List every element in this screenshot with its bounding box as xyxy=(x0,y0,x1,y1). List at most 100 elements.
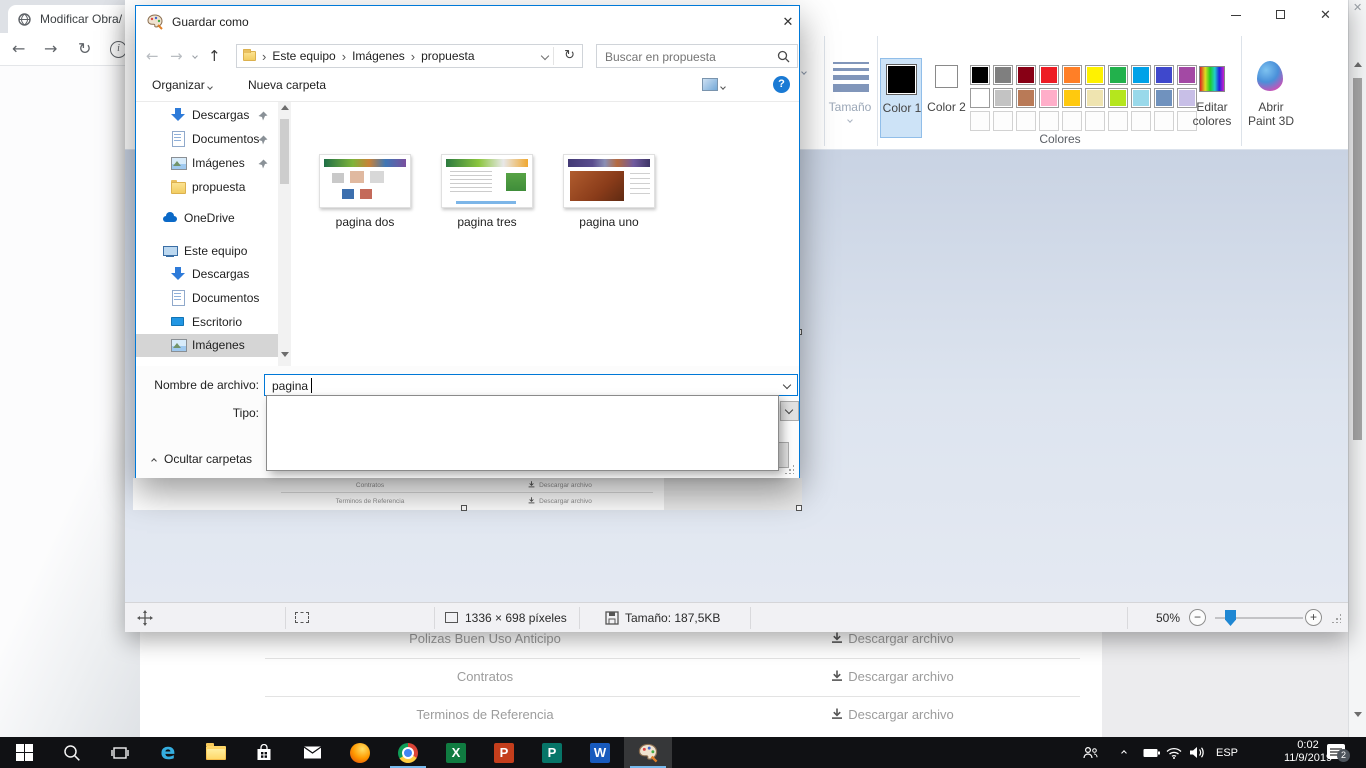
scroll-up-icon[interactable] xyxy=(1354,62,1362,67)
paint-canvas[interactable]: ContratosDescargar archivoTerminos de Re… xyxy=(133,478,802,510)
download-link[interactable]: Descargar archivo xyxy=(705,696,1080,734)
edit-colors-button[interactable]: Editar colores xyxy=(1187,58,1237,142)
palette-swatch[interactable] xyxy=(993,88,1013,108)
scrollbar-thumb[interactable] xyxy=(280,119,289,184)
sidebar-item-imágenes[interactable]: Imágenes xyxy=(136,334,278,357)
canvas-resize-handle[interactable] xyxy=(796,505,802,511)
mail-button[interactable] xyxy=(288,737,336,768)
palette-swatch[interactable] xyxy=(1062,88,1082,108)
sidebar-item-propuesta[interactable]: propuesta xyxy=(136,176,278,199)
palette-swatch[interactable] xyxy=(970,65,990,85)
sidebar-item-imágenes[interactable]: Imágenes xyxy=(136,152,278,175)
canvas-resize-handle[interactable] xyxy=(461,505,467,511)
palette-swatch[interactable] xyxy=(1131,88,1151,108)
views-button[interactable] xyxy=(702,78,725,92)
breadcrumb-item[interactable]: propuesta xyxy=(421,49,474,63)
palette-swatch[interactable] xyxy=(1154,65,1174,85)
breadcrumb[interactable]: › Este equipo › Imágenes › propuesta ↻ xyxy=(236,44,583,68)
filename-autocomplete-dropdown[interactable] xyxy=(266,395,779,471)
palette-swatch-empty[interactable] xyxy=(1039,111,1059,131)
nav-history-chevron-icon[interactable] xyxy=(192,53,198,59)
resize-grip[interactable] xyxy=(1331,613,1341,623)
refresh-icon[interactable]: ↻ xyxy=(564,48,575,63)
file-item[interactable]: pagina dos xyxy=(319,154,411,229)
sidebar-item-documentos[interactable]: Documentos xyxy=(136,287,278,310)
nav-up-icon[interactable]: ↑ xyxy=(208,47,221,65)
paint-button[interactable] xyxy=(624,737,672,768)
file-explorer-button[interactable] xyxy=(192,737,240,768)
sidebar-item-onedrive[interactable]: OneDrive xyxy=(136,207,278,230)
color2-button[interactable]: Color 2 xyxy=(925,58,968,138)
palette-swatch-empty[interactable] xyxy=(1108,111,1128,131)
palette-swatch-empty[interactable] xyxy=(993,111,1013,131)
palette-swatch[interactable] xyxy=(1039,65,1059,85)
scroll-up-icon[interactable] xyxy=(281,105,289,110)
volume-button[interactable] xyxy=(1189,737,1205,768)
palette-swatch[interactable] xyxy=(1016,88,1036,108)
palette-swatch-empty[interactable] xyxy=(1154,111,1174,131)
palette-swatch[interactable] xyxy=(993,65,1013,85)
people-button[interactable] xyxy=(1082,737,1099,768)
color1-button[interactable]: Color 1 xyxy=(880,58,922,138)
filename-input[interactable]: pagina xyxy=(264,374,798,396)
excel-button[interactable]: X xyxy=(432,737,480,768)
zoom-slider-thumb[interactable] xyxy=(1225,610,1236,626)
scrollbar-thumb[interactable] xyxy=(1353,78,1362,440)
nav-forward-icon[interactable]: → xyxy=(170,47,183,65)
sidebar-item-escritorio[interactable]: Escritorio xyxy=(136,311,278,334)
browser-close-icon[interactable]: ✕ xyxy=(1353,1,1362,14)
battery-button[interactable] xyxy=(1143,737,1160,768)
palette-swatch[interactable] xyxy=(1131,65,1151,85)
edge-button[interactable]: e xyxy=(144,737,192,768)
palette-swatch[interactable] xyxy=(1016,65,1036,85)
zoom-in-button[interactable]: + xyxy=(1305,609,1322,626)
close-button[interactable]: ✕ xyxy=(1303,0,1348,30)
download-link[interactable]: Descargar archivo xyxy=(705,658,1080,696)
chevron-down-icon[interactable] xyxy=(783,381,791,389)
palette-swatch[interactable] xyxy=(1039,88,1059,108)
chrome-button[interactable] xyxy=(384,737,432,768)
scroll-down-icon[interactable] xyxy=(1354,712,1362,717)
palette-swatch-empty[interactable] xyxy=(970,111,990,131)
maximize-button[interactable] xyxy=(1258,0,1303,30)
palette-swatch[interactable] xyxy=(1108,65,1128,85)
minimize-button[interactable] xyxy=(1213,0,1258,30)
sidebar-scrollbar[interactable] xyxy=(278,102,291,366)
breadcrumb-item[interactable]: Imágenes xyxy=(352,49,405,63)
publisher-button[interactable]: P xyxy=(528,737,576,768)
palette-swatch[interactable] xyxy=(1085,65,1105,85)
language-indicator[interactable]: ESP xyxy=(1216,737,1238,768)
scroll-down-icon[interactable] xyxy=(281,352,289,357)
browser-scrollbar[interactable]: ✕ xyxy=(1348,0,1366,737)
size-button[interactable]: Tamaño xyxy=(825,58,875,142)
palette-swatch[interactable] xyxy=(1154,88,1174,108)
zoom-out-button[interactable]: − xyxy=(1189,609,1206,626)
sidebar-item-documentos[interactable]: Documentos xyxy=(136,128,278,151)
word-button[interactable]: W xyxy=(576,737,624,768)
organize-menu[interactable]: Organizar xyxy=(152,78,212,92)
sidebar-item-descargas[interactable]: Descargas xyxy=(136,104,278,127)
file-item[interactable]: pagina tres xyxy=(441,154,533,229)
hide-folders-button[interactable]: Ocultar carpetas xyxy=(152,452,252,466)
breadcrumb-item[interactable]: Este equipo xyxy=(272,49,335,63)
hidden-control-chevron-icon[interactable] xyxy=(801,69,807,75)
store-button[interactable] xyxy=(240,737,288,768)
open-paint3d-button[interactable]: Abrir Paint 3D xyxy=(1245,58,1297,142)
sidebar-item-este-equipo[interactable]: Este equipo xyxy=(136,240,278,263)
task-view-button[interactable] xyxy=(96,737,144,768)
nav-back-icon[interactable]: ← xyxy=(146,47,159,65)
palette-swatch-empty[interactable] xyxy=(1131,111,1151,131)
file-item[interactable]: pagina uno xyxy=(563,154,655,229)
dialog-close-button[interactable]: ✕ xyxy=(776,11,800,33)
show-hidden-icons-button[interactable] xyxy=(1122,737,1126,768)
palette-swatch-empty[interactable] xyxy=(1062,111,1082,131)
address-dropdown-icon[interactable] xyxy=(541,52,549,60)
palette-swatch[interactable] xyxy=(1108,88,1128,108)
palette-swatch[interactable] xyxy=(1062,65,1082,85)
search-input[interactable]: Buscar en propuesta xyxy=(596,44,798,68)
powerpoint-button[interactable]: P xyxy=(480,737,528,768)
help-icon[interactable]: ? xyxy=(773,76,790,93)
browser-reload-icon[interactable]: ↻ xyxy=(78,39,91,58)
network-button[interactable] xyxy=(1166,737,1182,768)
palette-swatch-empty[interactable] xyxy=(1016,111,1036,131)
